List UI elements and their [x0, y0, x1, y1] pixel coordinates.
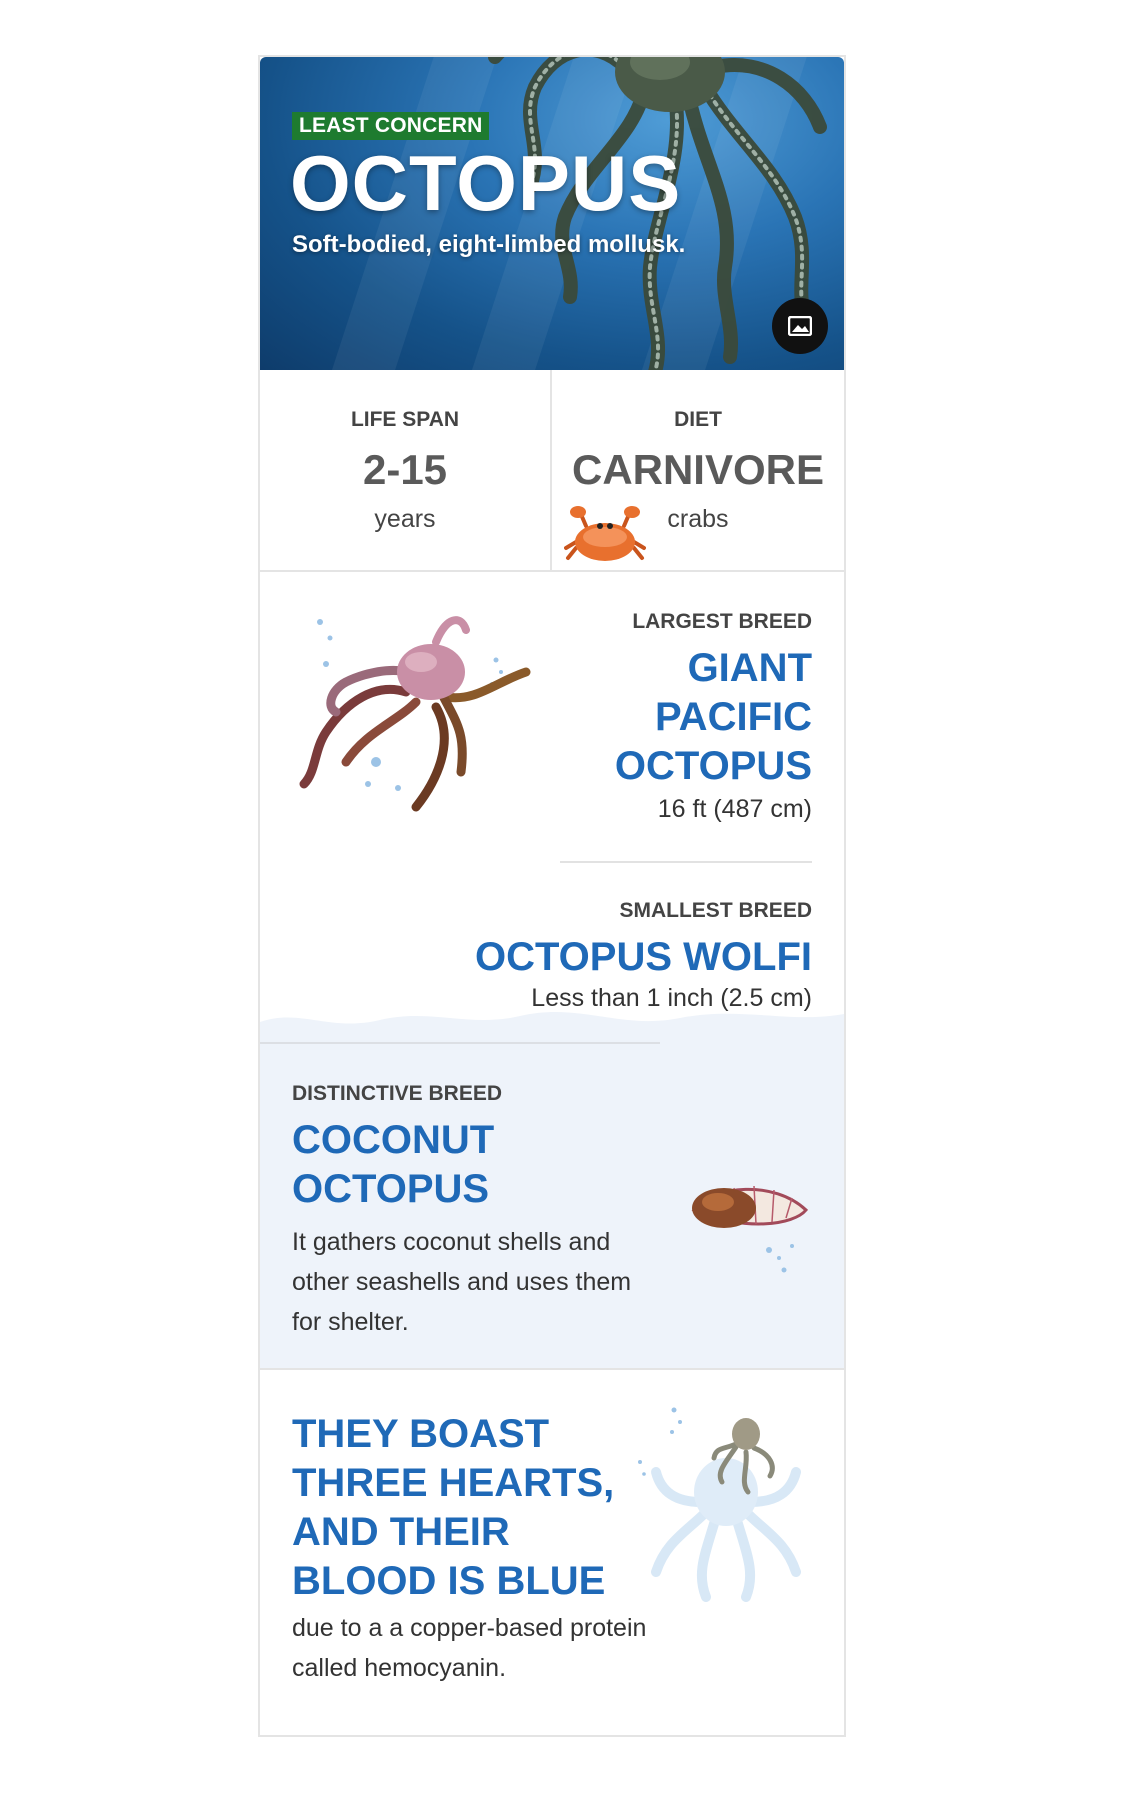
- fact-title-line: BLOOD IS BLUE: [292, 1559, 606, 1603]
- page-title: OCTOPUS: [290, 139, 682, 227]
- fact-title-line: THEY BOAST: [292, 1412, 550, 1456]
- diet-value: CARNIVORE: [571, 446, 825, 493]
- lifespan-label: LIFE SPAN: [350, 408, 460, 431]
- distinctive-breed-name-line: COCONUT: [292, 1118, 495, 1162]
- distinctive-breed-panel: DISTINCTIVE BREED COCONUT OCTOPUS It gat…: [260, 1042, 844, 1370]
- fact-title: THEY BOAST THREE HEARTS, AND THEIR BLOOD…: [292, 1410, 632, 1606]
- largest-breed-name-line: PACIFIC: [654, 695, 812, 739]
- divider: [560, 861, 812, 863]
- lifespan-unit: years: [374, 505, 436, 533]
- fact-description: due to a a copper-based protein called h…: [292, 1614, 647, 1682]
- lifespan-stat: LIFE SPAN 2-15 years: [260, 370, 552, 570]
- fact-title-line: THREE HEARTS,: [292, 1461, 615, 1505]
- distinctive-breed-label: DISTINCTIVE BREED: [292, 1082, 503, 1105]
- divider: [260, 1042, 660, 1044]
- distinctive-breed-name-line: OCTOPUS: [292, 1167, 490, 1211]
- largest-breed-size: 16 ft (487 cm): [657, 795, 812, 823]
- smallest-breed: SMALLEST BREED OCTOPUS WOLFI Less than 1…: [392, 899, 812, 1013]
- octopus-silhouette-illustration: [638, 1407, 801, 1602]
- smallest-breed-label: SMALLEST BREED: [619, 899, 812, 922]
- largest-breed: LARGEST BREED GIANT PACIFIC OCTOPUS 16 f…: [512, 610, 812, 824]
- page-subtitle: Soft-bodied, eight-limbed mollusk.: [292, 231, 686, 258]
- largest-breed-name-line: OCTOPUS: [614, 744, 812, 788]
- fun-fact-section: THEY BOAST THREE HEARTS, AND THEIR BLOOD…: [260, 1372, 844, 1737]
- lifespan-value: 2-15: [362, 446, 448, 493]
- coconut-octopus-illustration: [691, 1185, 809, 1273]
- image-icon: [788, 316, 812, 336]
- status-badge: LEAST CONCERN: [292, 112, 490, 140]
- distinctive-breed-description: It gathers coconut shells and other seas…: [292, 1228, 632, 1336]
- distinctive-breed: DISTINCTIVE BREED COCONUT OCTOPUS It gat…: [292, 1082, 652, 1342]
- view-image-button[interactable]: [772, 298, 828, 354]
- breeds-section: LARGEST BREED GIANT PACIFIC OCTOPUS 16 f…: [260, 574, 844, 1074]
- fact-title-line: AND THEIR: [292, 1510, 510, 1554]
- diet-stat: DIET CARNIVORE crabs: [552, 370, 844, 570]
- octopus-fact-card: LEAST CONCERN OCTOPUS Soft-bodied, eight…: [258, 55, 846, 1737]
- largest-breed-name-line: GIANT: [687, 646, 812, 690]
- octopus-illustration: [299, 616, 531, 812]
- largest-breed-label: LARGEST BREED: [632, 610, 812, 633]
- crab-icon: [564, 506, 646, 561]
- stats-row: LIFE SPAN 2-15 years DIET CARNIVORE crab…: [260, 370, 844, 572]
- wave-divider: [260, 1011, 844, 1042]
- smallest-breed-name: OCTOPUS WOLFI: [474, 935, 812, 979]
- diet-label: DIET: [674, 408, 722, 431]
- hero-banner: LEAST CONCERN OCTOPUS Soft-bodied, eight…: [260, 57, 844, 370]
